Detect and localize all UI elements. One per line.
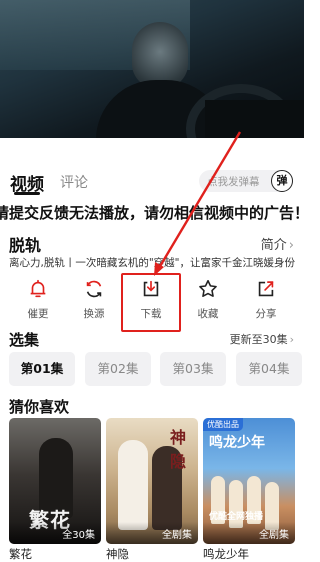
danmaku-placeholder: 点我发弹幕 <box>207 176 260 188</box>
episode-count: 全剧集 <box>162 530 192 541</box>
poster-tagline: 优酷全网独播 <box>209 512 264 522</box>
platform-tag: 优酷出品 <box>203 418 243 431</box>
star-icon <box>199 279 217 298</box>
share-button[interactable]: 分享 <box>240 278 292 328</box>
bell-icon <box>30 279 46 298</box>
poster-title: 神隐 <box>170 428 187 471</box>
intro-link[interactable]: 简介 › <box>261 234 294 253</box>
episode-button[interactable]: 第03集 <box>160 352 226 386</box>
chevron-right-icon: › <box>288 238 294 253</box>
share-icon <box>258 281 274 297</box>
recommend-title: 猜你喜欢 <box>9 398 70 416</box>
favorite-button[interactable]: 收藏 <box>182 278 234 328</box>
danmaku-input[interactable]: 点我发弹幕 弹 <box>199 170 293 192</box>
recommend-card[interactable]: 优酷出品 鸣龙少年 优酷全网独播 全剧集 <box>203 418 295 544</box>
show-description: 离心力,脱轨丨一次暗藏玄机的"穿越"，让富家千金江晓媛身份... <box>9 257 295 269</box>
episodes-title: 选集 <box>9 331 40 349</box>
episode-button[interactable]: 第04集 <box>236 352 302 386</box>
detail-tabs: 视频 评论 点我发弹幕 弹 <box>0 166 304 196</box>
notice-marquee: 请提交反馈无法播放，请勿相信视频中的广告！！！ <box>0 201 304 223</box>
recommend-name[interactable]: 神隐 <box>106 546 129 562</box>
episode-button[interactable]: 第02集 <box>85 352 151 386</box>
switch-source-button[interactable]: 换源 <box>68 278 120 328</box>
episode-button[interactable]: 第01集 <box>9 352 75 386</box>
refresh-icon <box>86 280 102 298</box>
update-text: 更新至30集 <box>229 333 288 346</box>
tab-comment[interactable]: 评论 <box>60 172 88 192</box>
video-player[interactable] <box>0 0 304 138</box>
action-label: 催更 <box>27 308 49 320</box>
action-label: 收藏 <box>197 308 219 320</box>
remind-update-button[interactable]: 催更 <box>12 278 64 328</box>
show-title: 脱轨 <box>9 236 42 255</box>
episode-count: 全剧集 <box>259 530 289 541</box>
recommend-card[interactable]: 繁花 全30集 <box>9 418 101 544</box>
poster-title: 鸣龙少年 <box>209 435 265 451</box>
recommend-name[interactable]: 繁花 <box>9 546 32 562</box>
intro-label: 简介 <box>260 238 287 253</box>
notice-text: 请提交反馈无法播放，请勿相信视频中的广告！！！ <box>0 204 304 222</box>
chevron-right-icon: › <box>289 333 294 346</box>
episodes-update-link[interactable]: 更新至30集 › <box>230 331 294 347</box>
download-highlight-box <box>121 273 181 332</box>
danmaku-toggle-button[interactable]: 弹 <box>271 170 293 192</box>
action-label: 换源 <box>83 308 105 320</box>
episode-count: 全30集 <box>62 530 95 541</box>
video-frame <box>0 0 304 138</box>
recommend-name[interactable]: 鸣龙少年 <box>203 546 249 562</box>
recommend-card[interactable]: 神隐 全剧集 <box>106 418 198 544</box>
active-tab-indicator <box>14 192 40 195</box>
action-label: 分享 <box>255 308 277 320</box>
